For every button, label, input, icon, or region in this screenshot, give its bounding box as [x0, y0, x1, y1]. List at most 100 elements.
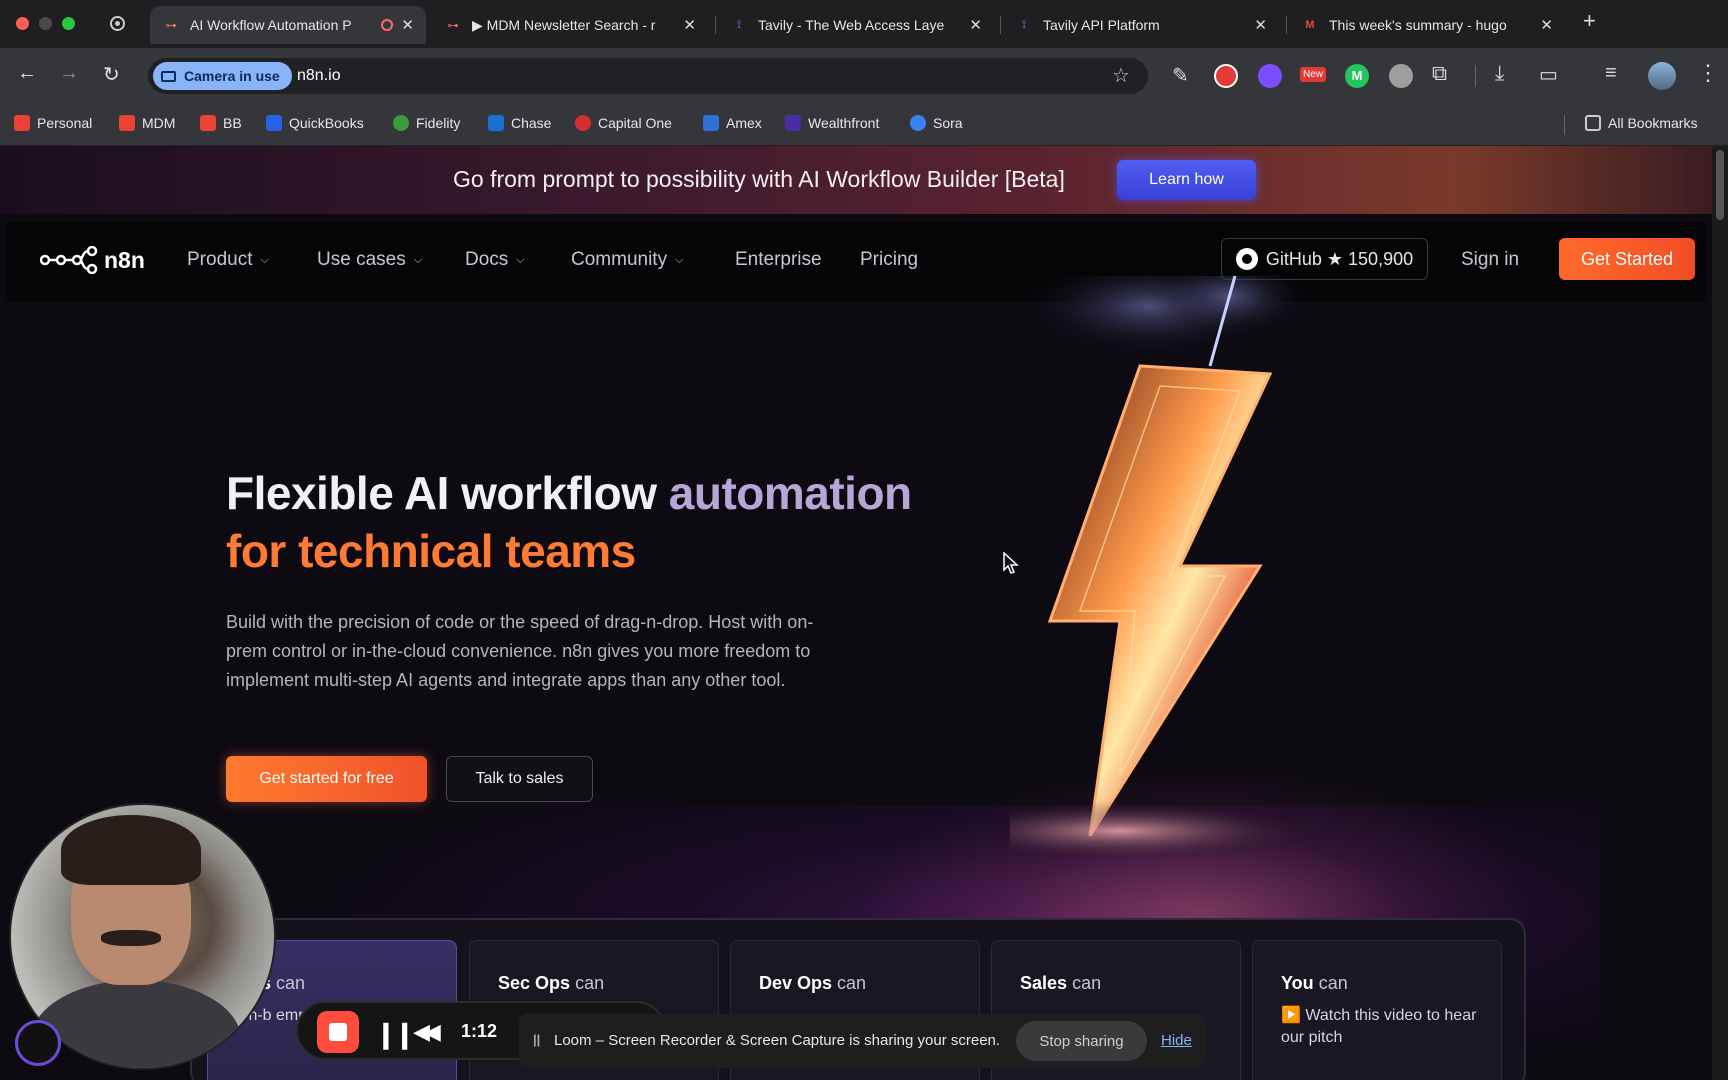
tab-n8n[interactable]: ⊶ AI Workflow Automation P ✕ — [150, 6, 426, 44]
bookmark-mdm[interactable]: MDM — [119, 115, 175, 131]
banner-text: Go from prompt to possibility with AI Wo… — [453, 166, 1065, 192]
gmail-icon — [14, 115, 30, 131]
extension-grey-icon[interactable] — [1389, 64, 1413, 88]
bookmark-label: Personal — [37, 115, 93, 131]
page-scrollbar[interactable] — [1712, 146, 1728, 1080]
stop-recording-button[interactable] — [317, 1011, 359, 1053]
mouse-cursor-icon — [1003, 552, 1019, 574]
card-role: Dev Ops — [759, 973, 833, 993]
minimize-window-button[interactable] — [39, 17, 52, 30]
bookmark-chase[interactable]: Chase — [488, 115, 551, 131]
stop-sharing-button[interactable]: Stop sharing — [1016, 1021, 1147, 1061]
tab-tavily-api[interactable]: ⟟ Tavily API Platform ✕ — [1003, 6, 1279, 44]
media-control-icon[interactable]: ≡ — [1605, 62, 1617, 85]
nav-enterprise[interactable]: Enterprise — [735, 249, 822, 271]
extension-green-icon[interactable]: M — [1345, 64, 1369, 88]
bookmark-label: Fidelity — [416, 115, 461, 131]
forward-icon[interactable]: → — [59, 62, 79, 85]
nav-community[interactable]: Community ⌵ — [571, 249, 683, 271]
capital-one-icon — [575, 115, 591, 131]
bookmark-sora[interactable]: Sora — [910, 115, 963, 131]
close-tab-icon[interactable]: ✕ — [401, 16, 414, 34]
get-started-button[interactable]: Get Started — [1559, 238, 1695, 280]
recording-icon — [381, 19, 394, 31]
tab-gmail-summary[interactable]: M This week's summary - hugo ✕ — [1289, 6, 1565, 44]
bookmark-label: All Bookmarks — [1608, 115, 1698, 131]
chevron-down-icon: ⌵ — [516, 254, 525, 266]
gmail-favicon-icon: M — [1305, 19, 1315, 31]
tab-tavily[interactable]: ⟟ Tavily - The Web Access Laye ✕ — [718, 6, 994, 44]
close-tab-icon[interactable]: ✕ — [683, 16, 696, 34]
sora-icon — [910, 115, 926, 131]
close-tab-icon[interactable]: ✕ — [1540, 16, 1553, 34]
nav-use-cases[interactable]: Use cases ⌵ — [317, 249, 422, 271]
card-suffix: can — [1072, 973, 1102, 993]
drag-handle-icon[interactable]: || — [533, 1032, 540, 1047]
card-text: ▶️ Watch this video to hear our pitch — [1281, 1007, 1477, 1046]
new-tab-icon[interactable]: + — [1583, 8, 1596, 34]
nav-docs[interactable]: Docs ⌵ — [465, 249, 525, 271]
extension-purple-icon[interactable] — [1258, 64, 1282, 88]
bookmark-amex[interactable]: Amex — [703, 115, 762, 131]
tab-separator — [1286, 16, 1287, 34]
sign-in-link[interactable]: Sign in — [1461, 249, 1519, 271]
learn-how-button[interactable]: Learn how — [1117, 160, 1256, 200]
url-text[interactable]: n8n.io — [297, 67, 341, 85]
download-icon[interactable]: ⤓ — [1495, 62, 1504, 86]
camera-icon — [161, 70, 176, 82]
card-suffix: can — [575, 973, 605, 993]
quickbooks-icon — [266, 115, 282, 131]
back-icon[interactable]: ← — [17, 62, 37, 85]
bookmark-quickbooks[interactable]: QuickBooks — [266, 115, 364, 131]
bookmark-bb[interactable]: BB — [200, 115, 242, 131]
hero-title-part: Flexible AI workflow — [226, 467, 669, 519]
gmail-icon — [200, 115, 216, 131]
loom-icon[interactable] — [15, 1020, 61, 1066]
screen-share-text: Loom – Screen Recorder & Screen Capture … — [554, 1032, 1001, 1049]
nav-pricing[interactable]: Pricing — [860, 249, 918, 271]
bookmark-label: MDM — [142, 115, 176, 131]
bookmark-wealthfront[interactable]: Wealthfront — [785, 115, 879, 131]
bookmark-personal[interactable]: Personal — [14, 115, 92, 131]
get-started-free-button[interactable]: Get started for free — [226, 756, 427, 802]
webcam-person-hair — [61, 815, 201, 885]
reload-icon[interactable]: ↻ — [103, 62, 120, 87]
talk-to-sales-button[interactable]: Talk to sales — [446, 756, 593, 802]
fullscreen-window-button[interactable] — [62, 17, 75, 30]
close-tab-icon[interactable]: ✕ — [1254, 16, 1267, 34]
camera-chip-label: Camera in use — [184, 68, 280, 84]
tab-mdm-newsletter[interactable]: ⊶ ▶ MDM Newsletter Search - r ✕ — [432, 6, 708, 44]
pause-icon[interactable]: ❙❙ — [375, 1019, 416, 1050]
card-title: Sales can — [1020, 973, 1101, 994]
bookmark-capital-one[interactable]: Capital One — [575, 115, 672, 131]
github-stars-button[interactable]: GitHub ★ 150,900 — [1221, 238, 1428, 280]
eyedropper-icon[interactable]: ✎ — [1172, 63, 1189, 88]
card-you[interactable]: You can ▶️ Watch this video to hear our … — [1252, 940, 1502, 1080]
bookmark-star-icon[interactable]: ☆ — [1112, 63, 1130, 88]
n8n-logo[interactable]: n8n — [40, 246, 145, 274]
camera-in-use-chip[interactable]: Camera in use — [153, 62, 292, 90]
tab-title: This week's summary - hugo — [1329, 17, 1507, 33]
close-window-button[interactable] — [16, 17, 29, 30]
hide-link[interactable]: Hide — [1161, 1032, 1192, 1049]
rewind-icon[interactable]: ◀◀ — [413, 1019, 441, 1045]
extension-new-badge[interactable]: New — [1300, 67, 1327, 82]
extensions-puzzle-icon[interactable]: ⧉ — [1432, 62, 1447, 86]
all-bookmarks-folder[interactable]: All Bookmarks — [1585, 115, 1697, 131]
tab-search-icon[interactable]: ▭ — [1539, 62, 1558, 87]
profile-avatar[interactable] — [1648, 62, 1676, 90]
scrollbar-thumb[interactable] — [1716, 150, 1724, 220]
close-tab-icon[interactable]: ✕ — [969, 16, 982, 34]
bookmark-label: Amex — [726, 115, 762, 131]
github-icon — [1235, 248, 1258, 270]
bookmark-label: Wealthfront — [808, 115, 880, 131]
menu-kebab-icon[interactable]: ⋮ — [1697, 60, 1719, 86]
extension-red-icon[interactable] — [1214, 64, 1238, 88]
nav-product[interactable]: Product ⌵ — [187, 249, 269, 271]
logo-text: n8n — [104, 246, 145, 273]
card-role: Sales — [1020, 973, 1068, 993]
tab-title: Tavily - The Web Access Laye — [758, 17, 945, 33]
card-role: Sec Ops — [498, 973, 571, 993]
github-label: GitHub ★ 150,900 — [1265, 248, 1414, 269]
bookmark-fidelity[interactable]: Fidelity — [393, 115, 460, 131]
